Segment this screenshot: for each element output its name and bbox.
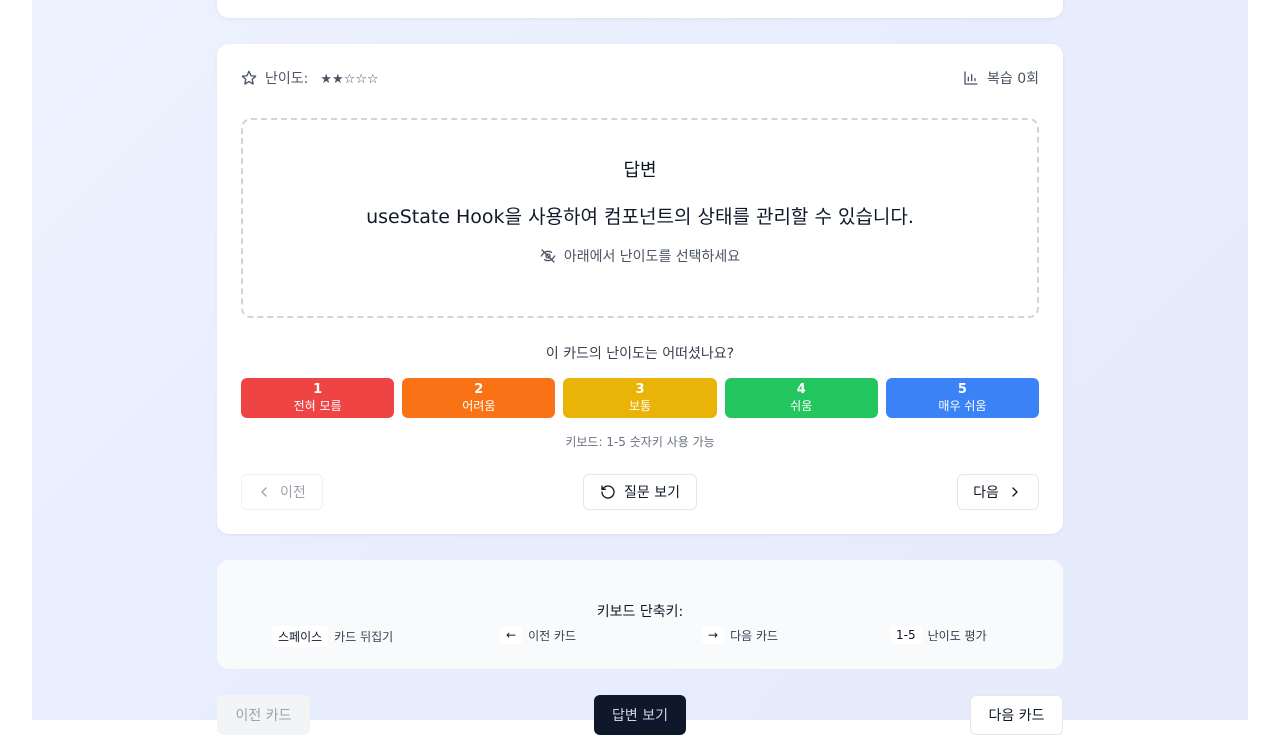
difficulty-label: 난이도:	[265, 71, 309, 87]
rating-button-4[interactable]: 4 쉬움	[724, 378, 878, 418]
rating-button-5[interactable]: 5 매우 쉬움	[885, 378, 1040, 418]
shortcut-key: 스페이스	[272, 626, 329, 647]
show-question-label: 질문 보기	[624, 485, 680, 501]
chevron-right-icon	[1007, 484, 1023, 500]
rating-button-2[interactable]: 2 어려움	[402, 378, 556, 418]
rating-number: 4	[796, 382, 806, 397]
rating-label: 보통	[628, 399, 652, 413]
rating-number: 5	[957, 382, 967, 397]
shortcuts-title: 키보드 단축키:	[596, 604, 684, 620]
difficulty-rating-buttons: 1 전혀 모름 2 어려움 3 보통 4 쉬움 5 매우 쉬움	[241, 378, 1040, 418]
previous-section-card	[217, 0, 1063, 18]
rating-number: 2	[474, 382, 484, 397]
keyboard-hint: 키보드: 1-5 숫자키 사용 가능	[565, 435, 715, 449]
shortcut-key: 1-5	[890, 626, 922, 644]
shortcut-rate: 1-5 난이도 평가	[890, 626, 987, 644]
shortcut-next: → 다음 카드	[702, 626, 778, 644]
rating-number: 3	[635, 382, 645, 397]
answer-panel[interactable]: 답변 useState Hook을 사용하여 컴포넌트의 상태를 관리할 수 있…	[241, 118, 1039, 318]
shortcut-label: 난이도 평가	[927, 628, 987, 643]
bar-chart-icon	[963, 70, 979, 86]
show-answer-button[interactable]: 답변 보기	[594, 695, 686, 735]
keyboard-shortcuts-panel: 키보드 단축키: 스페이스 카드 뒤집기 ← 이전 카드 → 다음 카드 1-5…	[217, 560, 1063, 669]
rating-label: 쉬움	[790, 399, 813, 413]
shortcut-label: 이전 카드	[528, 628, 577, 643]
star-icon	[241, 70, 257, 86]
shortcut-prev: ← 이전 카드	[500, 626, 576, 644]
next-card-button[interactable]: 다음 카드	[970, 695, 1063, 735]
next-label: 다음	[973, 485, 999, 501]
rating-label: 매우 쉬움	[938, 399, 987, 413]
rating-button-1[interactable]: 1 전혀 모름	[241, 378, 395, 418]
review-count: 복습 0회	[987, 71, 1039, 87]
shortcut-flip: 스페이스 카드 뒤집기	[272, 626, 393, 647]
difficulty-indicator: 난이도: ★★☆☆☆	[241, 68, 379, 88]
review-counter: 복습 0회	[963, 68, 1039, 88]
previous-label: 이전	[280, 485, 306, 501]
eye-off-icon	[540, 248, 556, 264]
previous-button[interactable]: 이전	[241, 474, 323, 510]
previous-card-button[interactable]: 이전 카드	[217, 695, 310, 735]
answer-hint-text: 아래에서 난이도를 선택하세요	[563, 249, 741, 265]
rotate-ccw-icon	[600, 484, 616, 500]
show-question-button[interactable]: 질문 보기	[583, 474, 697, 510]
shortcut-label: 카드 뒤집기	[334, 630, 394, 644]
chevron-left-icon	[256, 484, 272, 500]
shortcut-key: ←	[500, 626, 523, 644]
rating-number: 1	[313, 382, 323, 397]
shortcut-key: →	[702, 626, 725, 644]
rating-label: 전혀 모름	[293, 399, 342, 413]
answer-hint: 아래에서 난이도를 선택하세요	[243, 246, 1037, 266]
next-button[interactable]: 다음	[957, 474, 1039, 510]
rating-label: 어려움	[462, 399, 496, 413]
difficulty-question: 이 카드의 난이도는 어떠셨나요?	[545, 346, 735, 362]
difficulty-stars: ★★☆☆☆	[320, 71, 379, 87]
card-meta: 난이도: ★★☆☆☆ 복습 0회	[241, 68, 1039, 90]
answer-text: useState Hook을 사용하여 컴포넌트의 상태를 관리할 수 있습니다…	[366, 206, 914, 228]
rating-button-3[interactable]: 3 보통	[563, 378, 717, 418]
answer-title: 답변	[623, 160, 657, 181]
shortcut-label: 다음 카드	[730, 628, 779, 643]
flashcard: 난이도: ★★☆☆☆ 복습 0회 답변 useState Hook을 사용하여 …	[217, 44, 1063, 534]
